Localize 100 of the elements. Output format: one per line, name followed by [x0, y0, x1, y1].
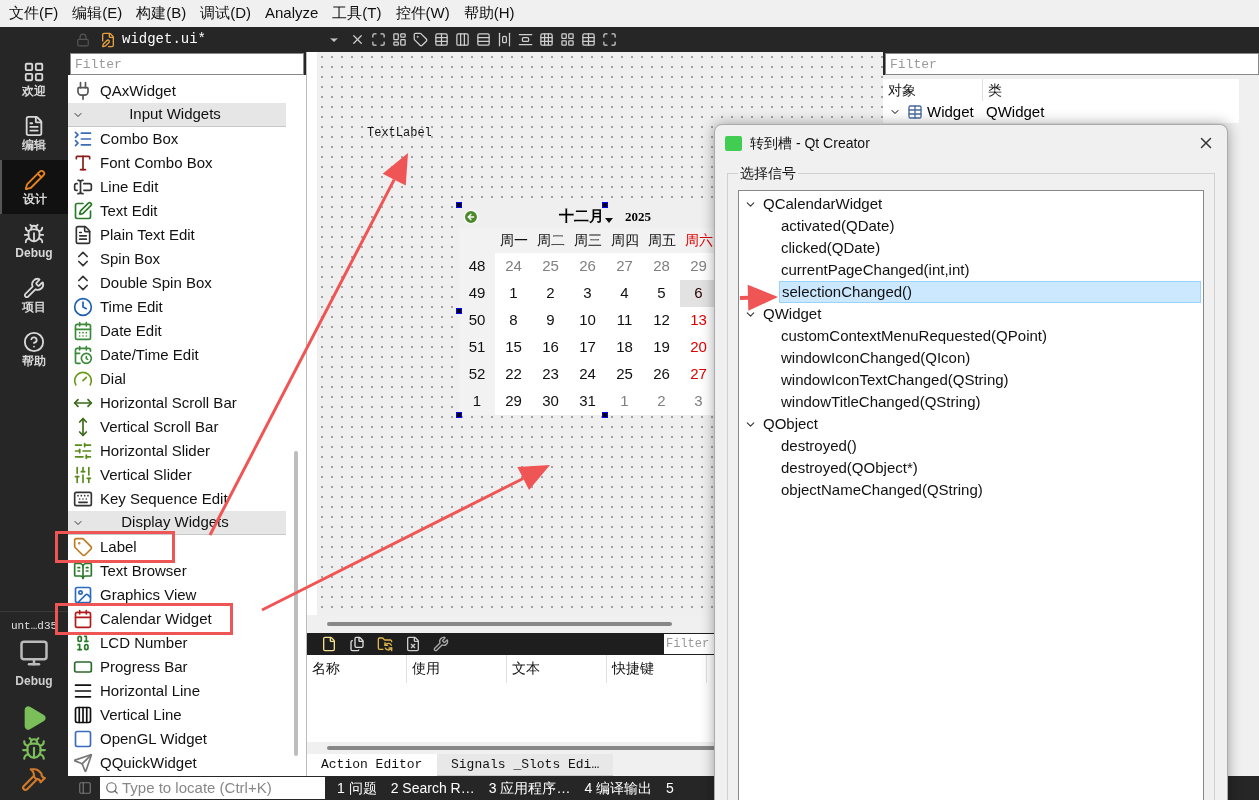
mode-button[interactable]: 欢迎: [0, 52, 68, 106]
tree-row[interactable]: customContextMenuRequested(QPoint): [779, 325, 1201, 347]
calendar-day[interactable]: 9: [532, 307, 569, 334]
resize-icon[interactable]: [602, 32, 617, 47]
selection-handle[interactable]: [456, 412, 462, 418]
calendar-day[interactable]: 11: [606, 307, 643, 334]
new-file-icon[interactable]: [321, 635, 337, 652]
form-layout-icon[interactable]: [581, 32, 596, 47]
widget-list-item[interactable]: Label: [68, 535, 137, 559]
column-header[interactable]: 对象: [883, 79, 983, 101]
calendar-day[interactable]: 13: [680, 307, 717, 334]
paste-icon[interactable]: [377, 635, 393, 652]
widget-list-item[interactable]: Horizontal Scroll Bar: [68, 391, 237, 415]
column-header[interactable]: 使用: [407, 654, 507, 683]
calendar-day[interactable]: 20: [680, 334, 717, 361]
selection-handle[interactable]: [602, 202, 608, 208]
widget-list-item[interactable]: Double Spin Box: [68, 271, 212, 295]
calendar-day[interactable]: 4: [606, 280, 643, 307]
widget-list-item[interactable]: OpenGL Widget: [68, 727, 207, 751]
delete-icon[interactable]: [405, 635, 421, 652]
calendar-day[interactable]: 5: [643, 280, 680, 307]
widget-list-item[interactable]: Vertical Slider: [68, 463, 192, 487]
mode-button[interactable]: 帮助: [0, 322, 68, 376]
widget-list-item[interactable]: QQuickWidget: [68, 751, 197, 775]
widget-list-item[interactable]: Plain Text Edit: [68, 223, 195, 247]
menu-item[interactable]: 工具(T): [325, 2, 389, 25]
widget-list-item[interactable]: Text Browser: [68, 559, 187, 583]
grid-icon[interactable]: [560, 32, 575, 47]
widget-list-item[interactable]: Horizontal Slider: [68, 439, 211, 463]
layout-icon[interactable]: [392, 32, 407, 47]
calendar-day[interactable]: 1: [606, 388, 643, 415]
file-name[interactable]: widget.ui*: [122, 29, 322, 50]
calendar-day[interactable]: 22: [495, 361, 532, 388]
calendar-day[interactable]: 19: [643, 334, 680, 361]
widget-list-item[interactable]: Dial: [68, 367, 126, 391]
calendar-day[interactable]: 31: [569, 388, 606, 415]
calendar-day[interactable]: 16: [532, 334, 569, 361]
year-label[interactable]: 2025: [625, 206, 651, 227]
close-icon[interactable]: [350, 32, 365, 47]
calendar-day[interactable]: 25: [606, 361, 643, 388]
calendar-day[interactable]: 3: [680, 388, 717, 415]
tree-row[interactable]: windowIconChanged(QIcon): [779, 347, 1201, 369]
selection-handle[interactable]: [602, 412, 608, 418]
widget-list-item[interactable]: Time Edit: [68, 295, 163, 319]
menu-item[interactable]: 调试(D): [193, 2, 258, 25]
tree-row[interactable]: activated(QDate): [779, 215, 1201, 237]
calendar-day[interactable]: 24: [495, 253, 532, 280]
widget-list-item[interactable]: Line Edit: [68, 175, 159, 199]
calendar-day[interactable]: 25: [532, 253, 569, 280]
calendar-day[interactable]: 24: [569, 361, 606, 388]
calendar-day[interactable]: 26: [569, 253, 606, 280]
widget-list-item[interactable]: Calendar Widget: [68, 607, 212, 631]
monitor-icon[interactable]: [19, 638, 49, 668]
filter-field[interactable]: Filter: [70, 53, 304, 75]
calendar-day[interactable]: 27: [680, 361, 717, 388]
widget-list-item[interactable]: Key Sequence Edit: [68, 487, 228, 511]
widget-list-item[interactable]: Spin Box: [68, 247, 161, 271]
calendar-day[interactable]: 8: [495, 307, 532, 334]
calendar-day[interactable]: 1: [495, 280, 532, 307]
tree-row[interactable]: selectionChanged(): [779, 281, 1201, 303]
horizontal-scrollbar[interactable]: [327, 622, 672, 627]
selection-handle[interactable]: [456, 308, 462, 314]
widget-list-item[interactable]: Progress Bar: [68, 655, 188, 679]
debug-run-icon[interactable]: [21, 736, 47, 762]
wrench-icon[interactable]: [433, 635, 449, 652]
menu-item[interactable]: 编辑(E): [65, 2, 130, 25]
menu-item[interactable]: 帮助(H): [456, 2, 522, 25]
copy-icon[interactable]: [349, 635, 365, 652]
tree-row[interactable]: currentPageChanged(int,int): [779, 259, 1201, 281]
horizontal-split-icon[interactable]: [497, 32, 512, 47]
text-label-widget[interactable]: TextLabel: [367, 124, 432, 142]
calendar-day[interactable]: 2: [532, 280, 569, 307]
tree-row[interactable]: windowIconTextChanged(QString): [779, 369, 1201, 391]
tree-row[interactable]: windowTitleChanged(QString): [779, 391, 1201, 413]
previous-month-icon[interactable]: [463, 208, 479, 225]
calendar-day[interactable]: 17: [569, 334, 606, 361]
widget-list-item[interactable]: QAxWidget: [68, 79, 176, 103]
menu-item[interactable]: 控件(W): [388, 2, 457, 25]
panel-tab[interactable]: Signals _Slots Edi…: [437, 754, 614, 776]
widget-list-item[interactable]: Font Combo Box: [68, 151, 213, 175]
widget-list-item[interactable]: Vertical Scroll Bar: [68, 415, 219, 439]
object-name[interactable]: Widget: [927, 100, 974, 124]
tree-row[interactable]: QObject: [739, 413, 1203, 435]
widget-list-item[interactable]: Horizontal Line: [68, 679, 201, 703]
grid-icon[interactable]: [539, 32, 554, 47]
menu-item[interactable]: 构建(B): [129, 2, 194, 25]
output-tab[interactable]: 1 问题: [335, 777, 379, 799]
calendar-day[interactable]: 3: [569, 280, 606, 307]
tree-row[interactable]: QCalendarWidget: [739, 193, 1203, 215]
calendar-day[interactable]: 28: [643, 253, 680, 280]
calendar-day[interactable]: 18: [606, 334, 643, 361]
widget-list-item[interactable]: Vertical Line: [68, 703, 182, 727]
mode-button[interactable]: 设计: [0, 160, 68, 214]
output-tab[interactable]: 4 编译输出: [582, 777, 655, 799]
widget-list-item[interactable]: Combo Box: [68, 127, 179, 151]
columns-icon[interactable]: [455, 32, 470, 47]
calendar-day[interactable]: 15: [495, 334, 532, 361]
calendar-day[interactable]: 29: [495, 388, 532, 415]
mode-button[interactable]: Debug: [0, 214, 68, 268]
output-tab[interactable]: 2 Search R…: [388, 777, 477, 799]
